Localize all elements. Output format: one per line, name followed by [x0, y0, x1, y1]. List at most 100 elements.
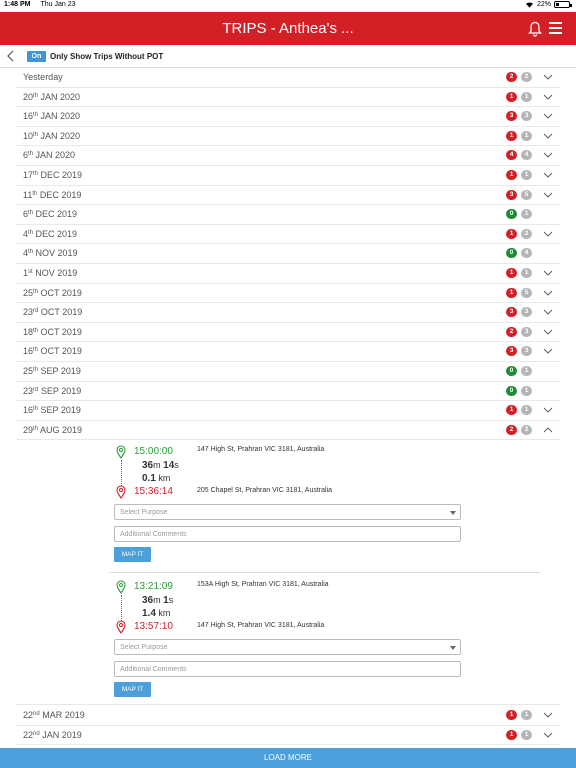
pot-missing-badge: 1	[506, 710, 517, 720]
trip-start-address: 147 High St, Prahran VIC 3181, Australia	[197, 446, 325, 453]
date-row[interactable]: 6th DEC 2019 0 1	[16, 205, 560, 225]
chevron-down-icon[interactable]	[543, 289, 553, 297]
date-label: 29th AUG 2019	[23, 425, 82, 435]
chevron-down-icon[interactable]	[543, 406, 553, 414]
chevron-down-icon[interactable]	[543, 230, 553, 238]
chevron-down-icon[interactable]	[543, 269, 553, 277]
back-chevron-icon[interactable]	[6, 50, 16, 62]
date-row[interactable]: 25th OCT 2019 1 5	[16, 283, 560, 304]
route-dots	[121, 460, 122, 486]
date-label: 18th OCT 2019	[23, 327, 82, 337]
date-row[interactable]: 17th DEC 2019 1 1	[16, 165, 560, 186]
date-row[interactable]: 18th OCT 2019 2 3	[16, 322, 560, 343]
date-month-year: DEC 2019	[38, 169, 83, 180]
distance-unit: km	[155, 473, 171, 483]
end-pin-icon	[116, 485, 126, 499]
purpose-select[interactable]: Select Purpose	[114, 639, 461, 655]
trip-count-badge: 2	[521, 72, 532, 82]
chevron-down-icon[interactable]	[543, 73, 553, 81]
date-day: 25	[23, 287, 34, 298]
date-row[interactable]: 16th JAN 2020 3 3	[16, 107, 560, 127]
date-month-year: NOV 2019	[33, 248, 78, 259]
date-day: 16	[23, 111, 34, 122]
date-row[interactable]: 23rd SEP 2019 0 1	[16, 381, 560, 402]
date-row[interactable]: 22nd JAN 2019 1 1	[16, 725, 560, 746]
pot-missing-badge: 2	[506, 72, 517, 82]
date-day: 18	[23, 326, 34, 337]
date-day: 16	[23, 405, 34, 416]
map-it-button[interactable]: MAP IT	[114, 547, 151, 562]
start-pin-icon	[116, 445, 126, 459]
duration-seconds-unit: s	[168, 595, 174, 605]
date-row[interactable]: 16th OCT 2019 3 3	[16, 342, 560, 362]
date-label: Yesterday	[23, 72, 63, 82]
date-row[interactable]: 11th DEC 2019 3 5	[16, 185, 560, 206]
menu-icon[interactable]	[549, 22, 562, 34]
date-ordinal-suffix: nd	[33, 711, 40, 717]
date-row[interactable]: 22nd MAR 2019 1 1	[16, 706, 560, 726]
map-it-button[interactable]: MAP IT	[114, 682, 151, 697]
trip-count-badge: 1	[521, 710, 532, 720]
date-day: 10	[23, 130, 34, 141]
trip-divider	[109, 572, 540, 573]
comments-input[interactable]: Additional Comments	[114, 526, 461, 542]
date-month-year: DEC 2019	[33, 209, 78, 220]
chevron-down-icon[interactable]	[543, 93, 553, 101]
pot-missing-badge: 1	[506, 267, 517, 278]
trip-count-badge: 4	[521, 248, 532, 259]
date-row[interactable]: 25th SEP 2019 0 1	[16, 361, 560, 382]
route-dots	[121, 595, 122, 621]
bell-icon[interactable]	[528, 21, 542, 37]
date-row[interactable]: 20th JAN 2020 1 1	[16, 87, 560, 108]
date-row[interactable]: 29th AUG 2019 2 2	[16, 420, 560, 441]
trip-count-badge: 1	[521, 729, 532, 740]
pot-missing-badge: 1	[506, 729, 517, 740]
chevron-down-icon[interactable]	[543, 171, 553, 179]
date-row[interactable]: 1st NOV 2019 1 1	[16, 263, 560, 284]
date-row[interactable]: 4th NOV 2019 0 4	[16, 244, 560, 264]
chevron-down-icon[interactable]	[543, 711, 553, 719]
pot-complete-badge: 0	[506, 365, 517, 376]
app-header: TRIPS - Anthea's ...	[0, 12, 576, 45]
date-row[interactable]: 23rd OCT 2019 3 3	[16, 303, 560, 323]
date-day: 25	[23, 365, 34, 376]
comments-input[interactable]: Additional Comments	[114, 661, 461, 677]
chevron-down-icon[interactable]	[543, 191, 553, 199]
trip-count-badge: 1	[521, 385, 532, 396]
trip-start-time: 15:00:00	[134, 446, 173, 457]
date-row[interactable]: 16th SEP 2019 1 1	[16, 401, 560, 421]
trip-duration: 36m 1s	[142, 595, 173, 606]
purpose-select[interactable]: Select Purpose	[114, 504, 461, 520]
date-row[interactable]: 10th JAN 2020 1 1	[16, 126, 560, 147]
trip-end-address: 147 High St, Prahran VIC 3181, Australia	[197, 622, 325, 629]
chevron-down-icon[interactable]	[543, 308, 553, 316]
status-bar: 1:48 PM Thu Jan 23 22%	[0, 0, 576, 12]
purpose-placeholder: Select Purpose	[120, 509, 168, 516]
date-month-year: SEP 2019	[38, 385, 82, 396]
chevron-down-icon[interactable]	[543, 731, 553, 739]
date-day: 23	[23, 385, 34, 396]
chevron-down-icon[interactable]	[543, 151, 553, 159]
chevron-down-icon[interactable]	[543, 347, 553, 355]
date-ordinal-suffix: nd	[33, 730, 40, 737]
trip-start-time: 13:21:09	[134, 581, 173, 592]
date-row[interactable]: 4th DEC 2019 1 2	[16, 224, 560, 245]
pot-missing-badge: 3	[506, 189, 517, 200]
chevron-down-icon[interactable]	[543, 132, 553, 140]
date-row[interactable]: Yesterday 2 2	[16, 68, 560, 88]
date-label: 6th JAN 2020	[23, 150, 75, 160]
distance-unit: km	[155, 608, 171, 618]
trip-count-badge: 1	[521, 365, 532, 376]
status-date: Thu Jan 23	[40, 1, 76, 8]
date-row[interactable]: 6th JAN 2020 4 4	[16, 146, 560, 166]
trip-date-list-continued: 22nd MAR 2019 1 1 22nd JAN 2019 1 1	[16, 706, 560, 746]
pot-missing-badge: 1	[506, 169, 517, 180]
chevron-down-icon[interactable]	[543, 112, 553, 120]
date-label: 22nd JAN 2019	[23, 730, 82, 740]
load-more-button[interactable]: LOAD MORE	[0, 748, 576, 768]
date-month-year: DEC 2019	[37, 189, 82, 200]
chevron-up-icon[interactable]	[543, 426, 553, 434]
chevron-down-icon[interactable]	[543, 328, 553, 336]
pot-filter-toggle[interactable]: On	[27, 51, 46, 62]
trip-count-badge: 2	[521, 228, 532, 239]
